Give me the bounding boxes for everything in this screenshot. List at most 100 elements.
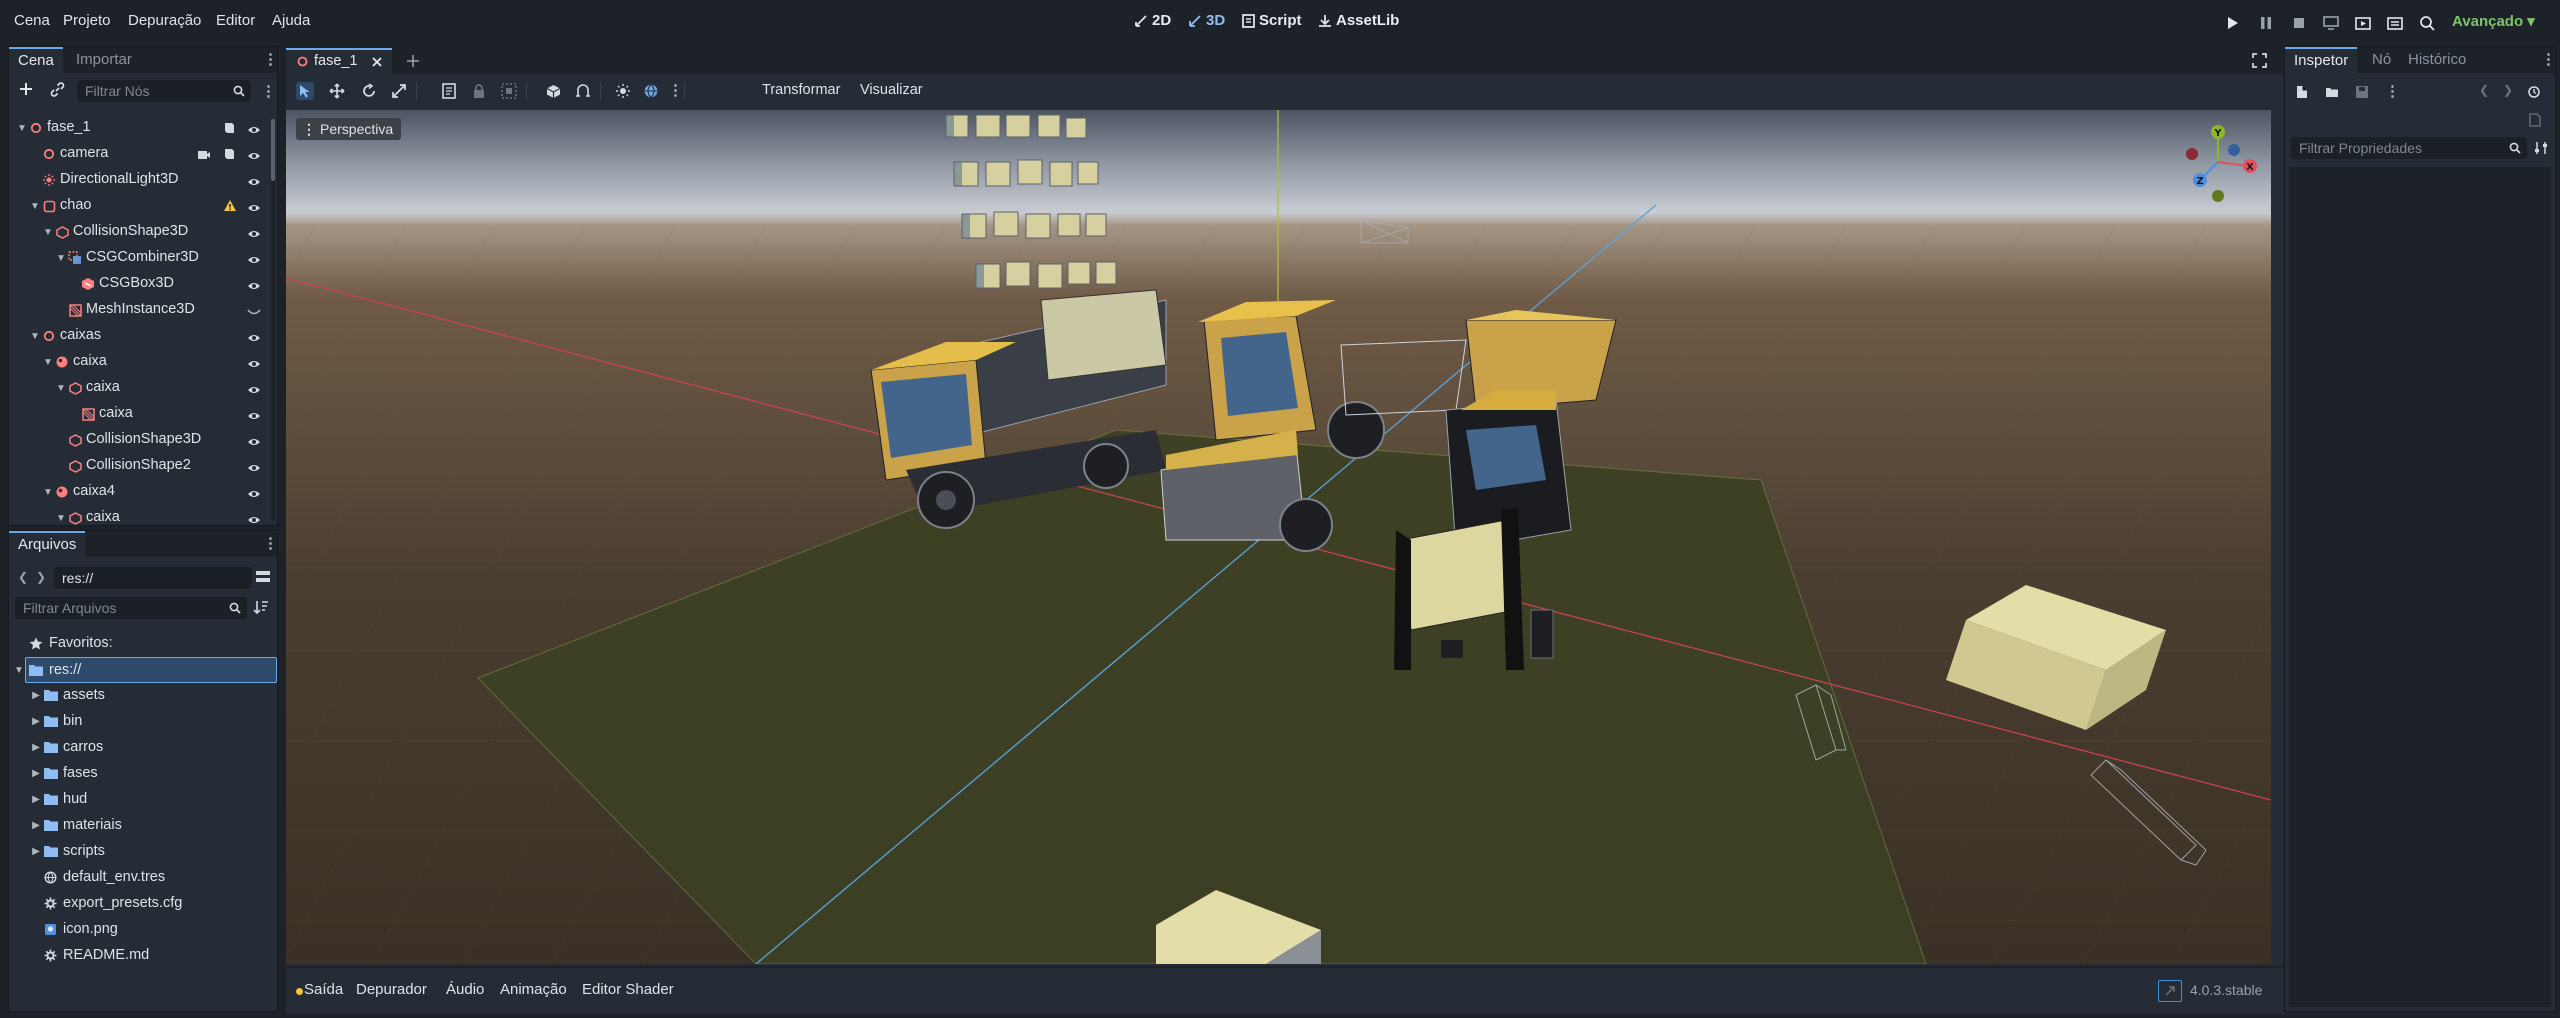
chevron-down-icon[interactable]: ▼ [43,487,53,498]
script-icon[interactable] [223,122,237,134]
visibility-eye-icon[interactable] [247,253,261,263]
tab-animacao[interactable]: Animação [500,981,567,998]
scale-tool-icon[interactable] [390,82,408,100]
preview-sun-icon[interactable] [614,82,632,100]
file-row[interactable]: ▶ materiais [9,813,271,839]
property-options-icon[interactable] [2533,140,2549,156]
group-icon[interactable] [500,82,518,100]
scene-node-row[interactable]: CollisionShape2 [9,453,271,479]
renderer-select[interactable]: Avançado ▾ [2452,12,2535,30]
visibility-eye-icon[interactable] [247,227,261,237]
chevron-down-icon[interactable]: ▼ [30,331,40,342]
file-row[interactable]: ▶ hud [9,787,271,813]
menu-cena[interactable]: Cena [14,12,50,29]
scene-node-row[interactable]: ▼ fase_1 [9,115,271,141]
distraction-free-icon[interactable] [2252,53,2267,68]
tab-arquivos[interactable]: Arquivos [9,531,86,557]
visibility-eye-icon[interactable] [247,409,261,419]
eye-closed-icon[interactable] [247,305,261,315]
resource-options-icon[interactable]: ⋮ [2385,84,2400,100]
tab-historico[interactable]: Histórico [2399,47,2475,73]
scene-node-row[interactable]: DirectionalLight3D [9,167,271,193]
use-local-space-icon[interactable] [544,82,562,100]
tab-saida[interactable]: Saída [304,981,343,998]
visibility-eye-icon[interactable] [247,201,261,211]
visibility-eye-icon[interactable] [247,279,261,289]
file-row[interactable]: ▶ scripts [9,839,271,865]
scene-node-row[interactable]: CollisionShape3D [9,427,271,453]
visibility-eye-icon[interactable] [247,331,261,341]
tab-inspetor[interactable]: Inspetor [2285,47,2358,73]
object-history-icon[interactable] [2527,85,2541,99]
perspective-menu[interactable]: ⋮ Perspectiva [296,118,402,140]
forward-icon[interactable]: ❯ [36,570,46,584]
add-node-icon[interactable] [18,81,34,97]
chevron-down-icon[interactable]: ▼ [56,513,66,524]
chevron-right-icon[interactable]: ▶ [31,690,41,701]
visualizar-menu[interactable]: Visualizar [860,82,923,98]
file-row-root[interactable]: ▼ res:// [14,657,277,683]
file-row[interactable]: ▶ fases [9,761,271,787]
main-tab-script[interactable]: Script [1242,12,1302,29]
tab-importar[interactable]: Importar [67,47,141,73]
scene-node-row[interactable]: ▼ caixas [9,323,271,349]
file-row[interactable]: default_env.tres [9,865,271,891]
save-resource-icon[interactable] [2355,85,2369,99]
chevron-down-icon[interactable]: ▼ [17,123,27,134]
select-tool-icon[interactable] [296,82,314,100]
chevron-right-icon[interactable]: ▶ [31,716,41,727]
menu-ajuda[interactable]: Ajuda [272,12,310,29]
play-custom-scene-icon[interactable] [2384,13,2406,33]
visibility-eye-icon[interactable] [247,357,261,367]
scene-node-row[interactable]: ▼ caixa [9,349,271,375]
script-icon[interactable] [223,148,237,160]
scene-node-row[interactable]: MeshInstance3D [9,297,271,323]
history-back-icon[interactable]: ❮ [2479,83,2489,97]
doc-icon[interactable] [2529,113,2541,127]
pin-panel-icon[interactable] [2158,980,2182,1002]
instance-scene-icon[interactable] [49,81,65,97]
camera-preview-icon[interactable] [197,148,211,160]
scene-node-row[interactable]: CSGBox3D [9,271,271,297]
remote-debug-icon[interactable] [2320,13,2342,33]
menu-editor[interactable]: Editor [216,12,255,29]
pause-icon[interactable] [2255,13,2277,33]
stop-icon[interactable] [2288,13,2310,33]
files-dock-menu-icon[interactable]: ⋮ [263,536,278,552]
chevron-down-icon[interactable]: ▼ [56,383,66,394]
lock-icon[interactable] [470,82,488,100]
inspector-menu-icon[interactable]: ⋮ [2541,52,2556,68]
new-resource-icon[interactable] [2295,85,2309,99]
chevron-right-icon[interactable]: ▶ [31,820,41,831]
back-icon[interactable]: ❮ [18,570,28,584]
filter-nodes-input[interactable]: Filtrar Nós [77,80,251,102]
add-scene-tab-icon[interactable] [406,54,420,68]
main-tab-3d[interactable]: 3D [1188,12,1225,29]
file-row[interactable]: export_presets.cfg [9,891,271,917]
preview-environment-icon[interactable] [642,82,660,100]
visibility-eye-icon[interactable] [247,383,261,393]
scene-node-row[interactable]: camera [9,141,271,167]
tab-depurador[interactable]: Depurador [356,981,427,998]
scene-node-row[interactable]: ▼ caixa4 [9,479,271,505]
list-select-icon[interactable] [440,82,458,100]
tab-no[interactable]: Nó [2363,47,2400,73]
path-input[interactable]: res:// [54,567,252,589]
filter-properties-input[interactable]: Filtrar Propriedades [2291,137,2527,159]
chevron-right-icon[interactable]: ▶ [31,794,41,805]
file-row[interactable]: icon.png [9,917,271,943]
close-icon[interactable] [372,57,382,67]
scene-node-row[interactable]: ▼ CSGCombiner3D [9,245,271,271]
scene-node-row[interactable]: ▼ caixa [9,375,271,401]
visibility-eye-icon[interactable] [247,487,261,497]
visibility-eye-icon[interactable] [247,175,261,185]
environment-options-icon[interactable]: ⋮ [668,83,683,99]
main-tab-assetlib[interactable]: AssetLib [1318,12,1399,29]
scene-node-row[interactable]: ▼ CollisionShape3D [9,219,271,245]
visibility-eye-icon[interactable] [247,123,261,133]
scene-filter-menu-icon[interactable]: ⋮ [261,84,276,100]
3d-viewport[interactable]: Y X Z ⋮ Perspectiva [286,110,2271,964]
toggle-split-icon[interactable] [255,569,273,585]
movie-maker-icon[interactable] [2416,13,2438,33]
scene-tab-fase-1[interactable]: fase_1 [286,48,392,74]
